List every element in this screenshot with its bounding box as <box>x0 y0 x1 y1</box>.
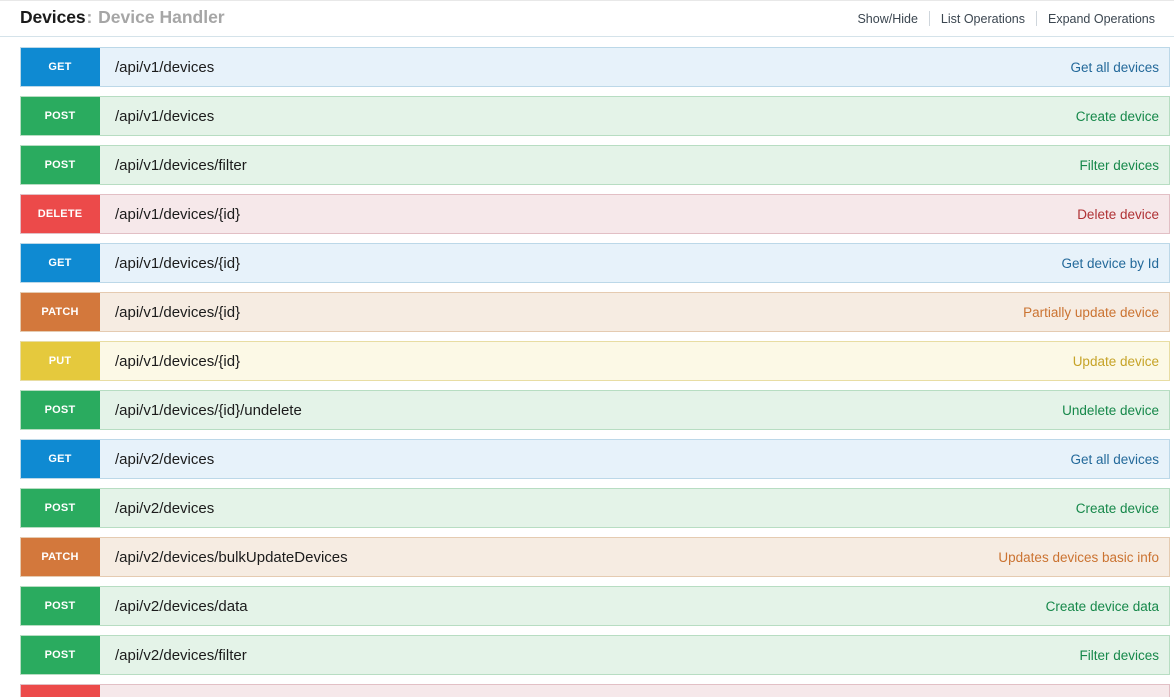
resource-description: Device Handler <box>98 6 225 27</box>
method-badge-put: PUT <box>21 342 100 380</box>
method-badge-delete: DELETE <box>21 195 100 233</box>
show-hide-link[interactable]: Show/Hide <box>846 12 928 26</box>
operation-path: /api/v2/devices/data <box>115 597 248 615</box>
method-badge-post: POST <box>21 636 100 674</box>
operation-path: /api/v1/devices/{id} <box>115 352 241 370</box>
resource-header: Devices: Device Handler Show/Hide List O… <box>0 1 1174 37</box>
operation-summary: Filter devices <box>1079 647 1159 663</box>
operation-path: /api/v2/devices/{id} <box>100 685 1077 697</box>
operation-path: /api/v1/devices <box>115 107 215 125</box>
operation-summary: Updates devices basic info <box>998 549 1159 565</box>
operation-summary: Create device data <box>1045 598 1159 614</box>
operation-row[interactable]: PATCH/api/v1/devices/{id} Partially updat… <box>20 292 1170 332</box>
resource-options: Show/Hide List Operations Expand Operati… <box>846 11 1170 26</box>
operation-row[interactable]: PATCH/api/v2/devices/bulkUpdateDevices Up… <box>20 537 1170 577</box>
operation-path: /api/v1/devices/{id} <box>115 205 241 223</box>
operation-path: /api/v1/devices/{id} <box>115 254 241 272</box>
operation-path: /api/v1/devices/{id}/undelete <box>115 401 302 419</box>
resource-title[interactable]: Devices: Device Handler <box>20 6 225 29</box>
operation-path: /api/v2/devices <box>115 450 215 468</box>
operation-summary: Undelete device <box>1062 402 1159 418</box>
operation-summary: Filter devices <box>1079 157 1159 173</box>
method-badge-post: POST <box>21 97 100 135</box>
operation-path: /api/v2/devices/filter <box>115 646 247 664</box>
operation-summary: Partially update device <box>1023 304 1159 320</box>
method-badge-patch: PATCH <box>21 538 100 576</box>
operation-row[interactable]: POST/api/v2/devices/data Create device da… <box>20 586 1170 626</box>
operation-row[interactable]: POST/api/v1/devices/filter Filter devices <box>20 145 1170 185</box>
resource-name: Devices <box>20 6 86 27</box>
operation-row[interactable]: PUT/api/v1/devices/{id} Update device <box>20 341 1170 381</box>
operation-summary: Delete device <box>1077 685 1169 697</box>
operation-row[interactable]: GET/api/v1/devices Get all devices <box>20 47 1170 87</box>
method-badge-get: GET <box>21 48 100 86</box>
operations-list: GET/api/v1/devices Get all devices POST/ap… <box>0 47 1174 697</box>
operation-row[interactable]: POST/api/v2/devices Create device <box>20 488 1170 528</box>
operation-path: /api/v1/devices/{id} <box>115 303 241 321</box>
operation-row[interactable]: POST/api/v1/devices/{id}/undelete Undelet… <box>20 390 1170 430</box>
method-badge-delete: DELETE <box>21 685 100 697</box>
swagger-resource-panel: Devices: Device Handler Show/Hide List O… <box>0 0 1174 697</box>
method-badge-post: POST <box>21 489 100 527</box>
operation-summary: Create device <box>1075 108 1159 124</box>
operation-summary: Get device by Id <box>1061 255 1159 271</box>
operation-row[interactable]: GET/api/v1/devices/{id} Get device by Id <box>20 243 1170 283</box>
list-operations-link[interactable]: List Operations <box>930 12 1036 26</box>
operation-row[interactable]: GET/api/v2/devices Get all devices <box>20 439 1170 479</box>
method-badge-patch: PATCH <box>21 293 100 331</box>
operation-path: /api/v1/devices <box>115 58 215 76</box>
operation-row[interactable]: DELETE/api/v2/devices/{id}Delete device <box>20 684 1170 697</box>
method-badge-post: POST <box>21 391 100 429</box>
operation-summary: Delete device <box>1077 206 1159 222</box>
operation-row[interactable]: DELETE/api/v1/devices/{id} Delete device <box>20 194 1170 234</box>
operation-path: /api/v1/devices/filter <box>115 156 247 174</box>
operation-row[interactable]: POST/api/v2/devices/filter Filter devices <box>20 635 1170 675</box>
expand-operations-link[interactable]: Expand Operations <box>1037 12 1166 26</box>
resource-title-separator: : <box>86 6 93 27</box>
operation-path: /api/v2/devices <box>115 499 215 517</box>
method-badge-post: POST <box>21 587 100 625</box>
operation-path: /api/v2/devices/bulkUpdateDevices <box>115 548 348 566</box>
method-badge-get: GET <box>21 244 100 282</box>
operation-summary: Get all devices <box>1070 451 1159 467</box>
operation-summary: Create device <box>1075 500 1159 516</box>
operation-summary: Update device <box>1072 353 1159 369</box>
operation-summary: Get all devices <box>1070 59 1159 75</box>
method-badge-get: GET <box>21 440 100 478</box>
operation-row[interactable]: POST/api/v1/devices Create device <box>20 96 1170 136</box>
method-badge-post: POST <box>21 146 100 184</box>
